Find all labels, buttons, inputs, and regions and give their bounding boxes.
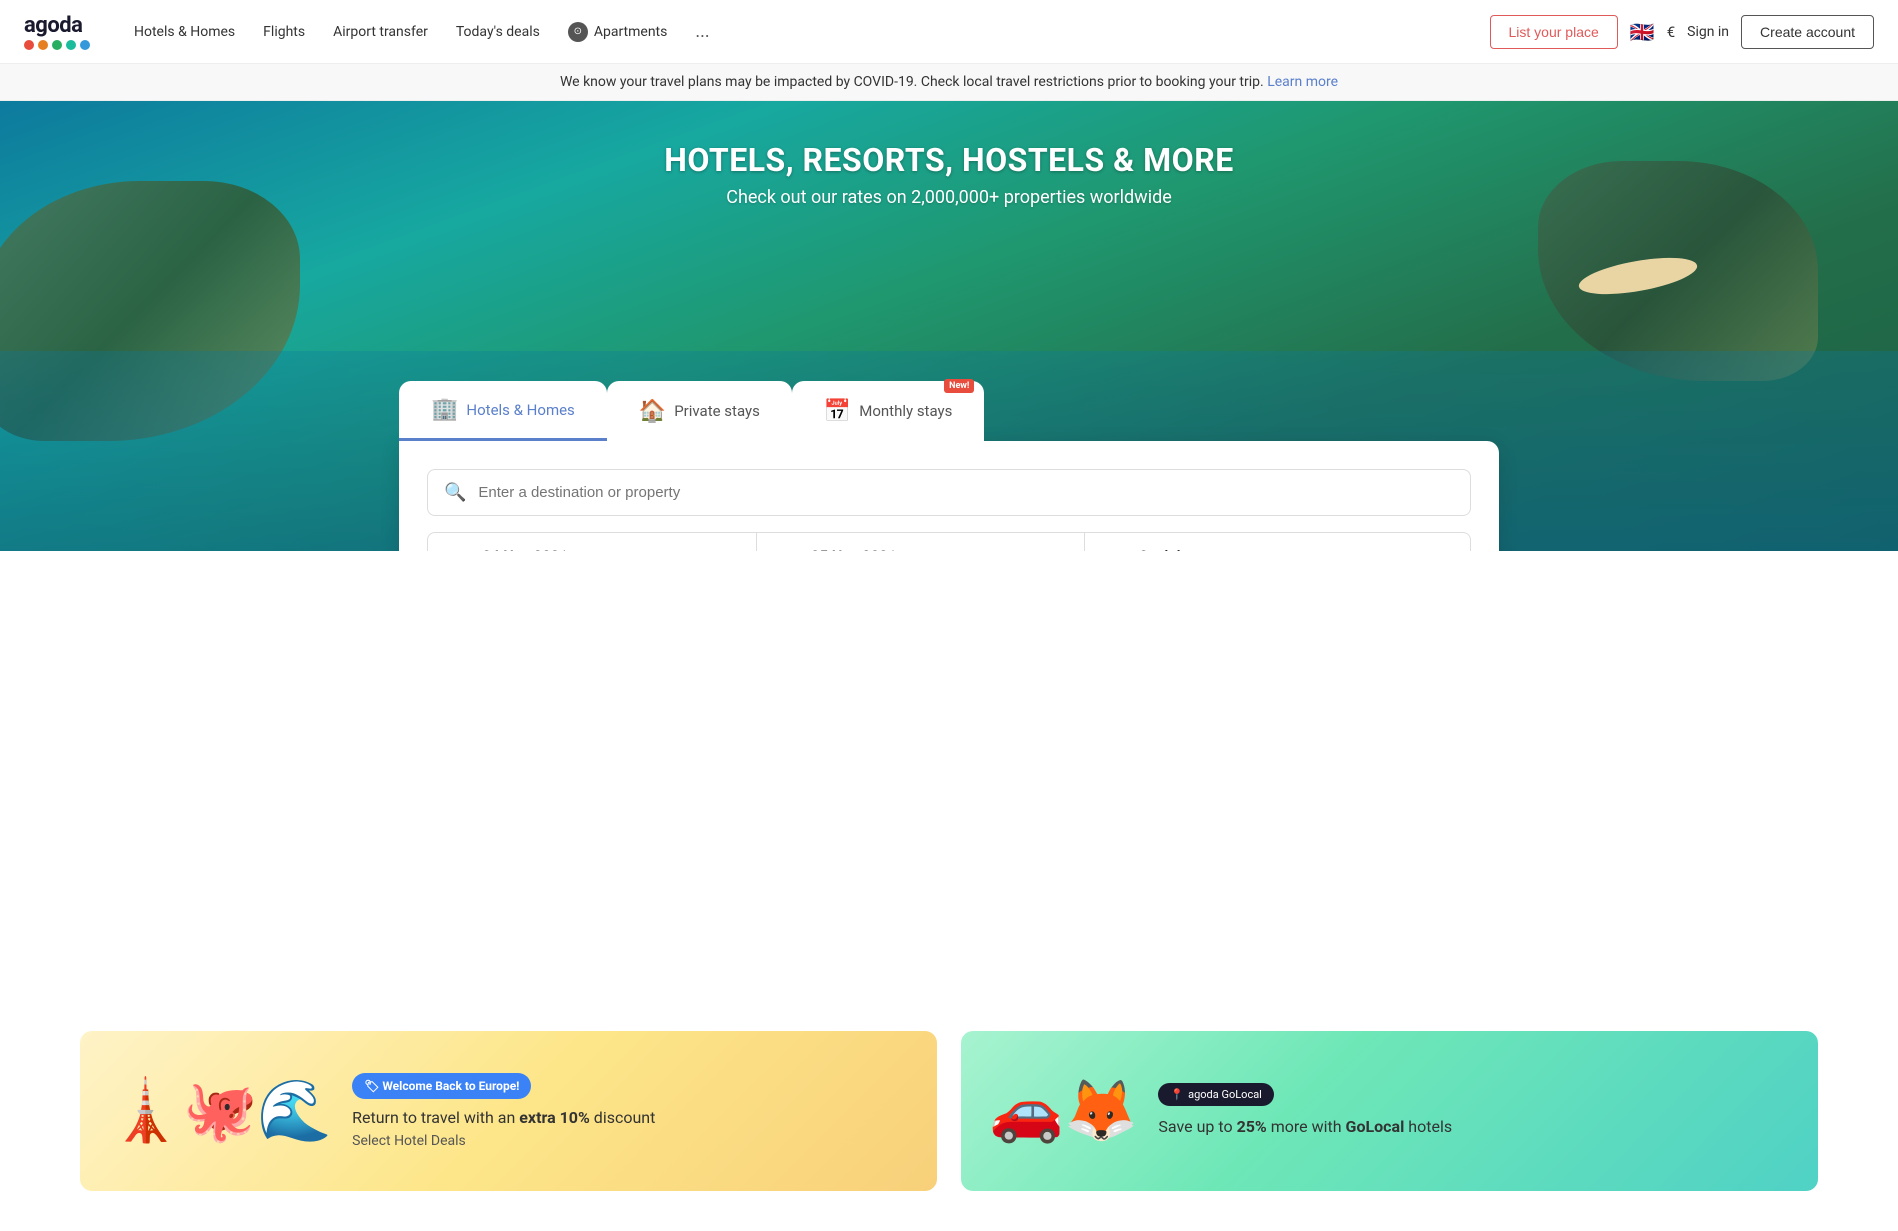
dot-green — [52, 40, 62, 50]
checkout-date: 25 Nov 2021 — [811, 547, 896, 551]
hero-title: HOTELS, RESORTS, HOSTELS & MORE — [0, 141, 1898, 179]
checkin-date: 24 Nov 2021 — [482, 547, 567, 551]
search-tabs: 🏢 Hotels & Homes 🏠 Private stays New! 📅 … — [399, 381, 1499, 441]
search-container: 🏢 Hotels & Homes 🏠 Private stays New! 📅 … — [399, 381, 1499, 551]
header: agoda Hotels & Homes Flights Airport tra… — [0, 0, 1898, 64]
nav-todays-deals[interactable]: Today's deals — [444, 16, 552, 48]
tab-monthly-stays[interactable]: New! 📅 Monthly stays — [792, 381, 985, 441]
covid-learn-more-link[interactable]: Learn more — [1267, 74, 1338, 90]
date-guests-row: 📅 24 Nov 2021 Wednesday 📅 25 Nov 2021 Th… — [427, 532, 1471, 551]
guests-count: 2 adults — [1139, 547, 1193, 551]
covid-banner: We know your travel plans may be impacte… — [0, 64, 1898, 101]
tab-monthly-stays-label: Monthly stays — [859, 402, 952, 420]
golocal-headline: Save up to 25% more with GoLocal hotels — [1158, 1116, 1790, 1138]
promo-row: 🗼🐙🌊 🏷 Welcome Back to Europe! Return to … — [80, 1031, 1818, 1191]
tab-hotels-homes[interactable]: 🏢 Hotels & Homes — [399, 381, 607, 441]
hero-subtitle: Check out our rates on 2,000,000+ proper… — [0, 187, 1898, 208]
promo-card-golocal[interactable]: 🚗🦊 📍 agoda GoLocal Save up to 25% more w… — [961, 1031, 1818, 1191]
search-box: 🔍 📅 24 Nov 2021 Wednesday 📅 25 Nov 2021 — [399, 441, 1499, 551]
dot-teal — [66, 40, 76, 50]
golocal-illustration: 🚗🦊 — [989, 1081, 1138, 1141]
hero-content: HOTELS, RESORTS, HOSTELS & MORE Check ou… — [0, 101, 1898, 208]
guests-info: 2 adults 1 room — [1139, 547, 1193, 551]
list-place-button[interactable]: List your place — [1490, 15, 1618, 49]
checkout-field[interactable]: 📅 25 Nov 2021 Thursday — [757, 533, 1086, 551]
promo-card-welcome-back[interactable]: 🗼🐙🌊 🏷 Welcome Back to Europe! Return to … — [80, 1031, 937, 1191]
welcome-back-badge: 🏷 Welcome Back to Europe! — [352, 1073, 531, 1099]
main-content: 🗼🐙🌊 🏷 Welcome Back to Europe! Return to … — [0, 1031, 1898, 1231]
main-nav: Hotels & Homes Flights Airport transfer … — [122, 13, 1490, 50]
destination-field[interactable]: 🔍 — [427, 469, 1471, 516]
logo[interactable]: agoda — [24, 13, 90, 50]
welcome-back-text: 🏷 Welcome Back to Europe! Return to trav… — [352, 1073, 909, 1149]
tab-hotels-homes-label: Hotels & Homes — [466, 401, 574, 419]
golocal-badge: 📍 agoda GoLocal — [1158, 1083, 1273, 1106]
welcome-badge-label: 🏷 — [364, 1079, 379, 1093]
welcome-back-subtext: Select Hotel Deals — [352, 1133, 909, 1149]
covid-text: We know your travel plans may be impacte… — [560, 74, 1264, 90]
new-badge: New! — [944, 379, 974, 393]
search-icon: 🔍 — [444, 482, 466, 503]
checkin-field[interactable]: 📅 24 Nov 2021 Wednesday — [428, 533, 757, 551]
guests-field[interactable]: 👥 2 adults 1 room ▾ — [1085, 533, 1470, 551]
dot-red — [24, 40, 34, 50]
checkin-info: 24 Nov 2021 Wednesday — [482, 547, 567, 551]
tab-private-stays-label: Private stays — [674, 402, 760, 420]
golocal-text: 📍 agoda GoLocal Save up to 25% more with… — [1158, 1083, 1790, 1138]
dot-blue — [80, 40, 90, 50]
welcome-back-illustration: 🗼🐙🌊 — [108, 1081, 332, 1141]
dot-orange — [38, 40, 48, 50]
nav-more[interactable]: ... — [683, 13, 721, 50]
flag-icon[interactable]: 🇬🇧 — [1630, 20, 1655, 44]
hotels-homes-icon: 🏢 — [431, 397, 458, 422]
destination-input[interactable] — [478, 484, 1454, 501]
nav-apartments[interactable]: ⊙ Apartments — [556, 14, 680, 50]
apartments-icon: ⊙ — [568, 22, 588, 42]
checkout-info: 25 Nov 2021 Thursday — [811, 547, 896, 551]
logo-text: agoda — [24, 13, 90, 38]
nav-hotels-homes[interactable]: Hotels & Homes — [122, 16, 247, 48]
tab-private-stays[interactable]: 🏠 Private stays — [607, 381, 792, 441]
guests-inner: 👥 2 adults 1 room — [1105, 547, 1193, 551]
currency-selector[interactable]: € — [1667, 23, 1675, 41]
nav-airport-transfer[interactable]: Airport transfer — [321, 16, 440, 48]
hero-section: HOTELS, RESORTS, HOSTELS & MORE Check ou… — [0, 101, 1898, 551]
pin-icon: 📍 — [1170, 1088, 1184, 1101]
nav-flights[interactable]: Flights — [251, 16, 317, 48]
header-right: List your place 🇬🇧 € Sign in Create acco… — [1490, 15, 1875, 49]
monthly-stays-icon: 📅 — [824, 399, 851, 424]
logo-dots — [24, 40, 90, 50]
welcome-back-headline: Return to travel with an extra 10% disco… — [352, 1107, 909, 1129]
sign-in-link[interactable]: Sign in — [1687, 24, 1729, 40]
private-stays-icon: 🏠 — [639, 399, 666, 424]
create-account-button[interactable]: Create account — [1741, 15, 1874, 49]
